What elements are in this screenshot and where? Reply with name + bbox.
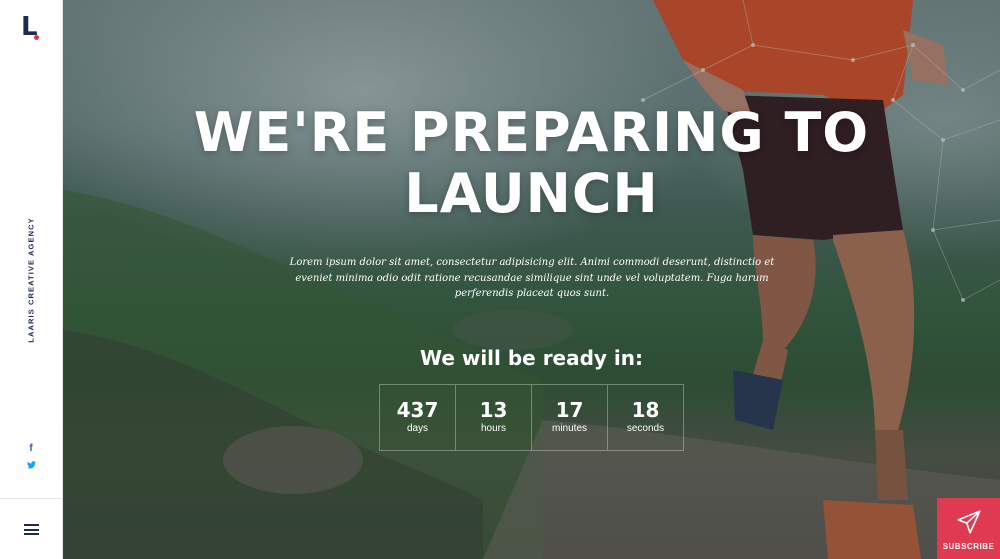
countdown-minutes: 17 minutes bbox=[532, 385, 608, 450]
headline-line-2: LAUNCH bbox=[404, 162, 659, 225]
subscribe-button[interactable]: SUBSCRIBE bbox=[937, 498, 1000, 559]
landing-page: L LAARIS CREATIVE AGENCY f WE'RE PREPARI… bbox=[0, 0, 1000, 559]
countdown-hours-label: hours bbox=[480, 423, 506, 434]
social-links: f bbox=[24, 440, 38, 476]
paper-plane-icon bbox=[957, 510, 981, 534]
twitter-icon[interactable] bbox=[24, 458, 38, 476]
countdown-seconds: 18 seconds bbox=[608, 385, 683, 450]
countdown-seconds-label: seconds bbox=[626, 423, 665, 434]
logo-dot bbox=[34, 35, 39, 40]
sidebar: L LAARIS CREATIVE AGENCY f bbox=[0, 0, 63, 559]
countdown-seconds-value: 18 bbox=[631, 398, 660, 422]
headline: WE'RE PREPARING TO LAUNCH bbox=[63, 102, 1000, 224]
intro-text: Lorem ipsum dolor sit amet, consectetur … bbox=[289, 257, 775, 299]
facebook-icon[interactable]: f bbox=[24, 440, 38, 458]
countdown-minutes-value: 17 bbox=[555, 398, 584, 422]
ready-heading: We will be ready in: bbox=[419, 346, 644, 370]
headline-line-1: WE'RE PREPARING TO bbox=[193, 101, 870, 164]
countdown-hours-value: 13 bbox=[479, 398, 508, 422]
countdown-days: 437 days bbox=[380, 385, 456, 450]
countdown-hours: 13 hours bbox=[456, 385, 532, 450]
agency-name: LAARIS CREATIVE AGENCY bbox=[26, 217, 36, 343]
countdown-minutes-label: minutes bbox=[551, 423, 587, 434]
subscribe-label: SUBSCRIBE bbox=[942, 542, 995, 551]
menu-area bbox=[0, 498, 63, 559]
hamburger-menu-icon[interactable] bbox=[24, 524, 39, 535]
countdown-timer: 437 days 13 hours 17 minutes 18 seconds bbox=[379, 384, 684, 451]
countdown-days-label: days bbox=[406, 423, 429, 434]
countdown-days-value: 437 bbox=[396, 398, 439, 422]
